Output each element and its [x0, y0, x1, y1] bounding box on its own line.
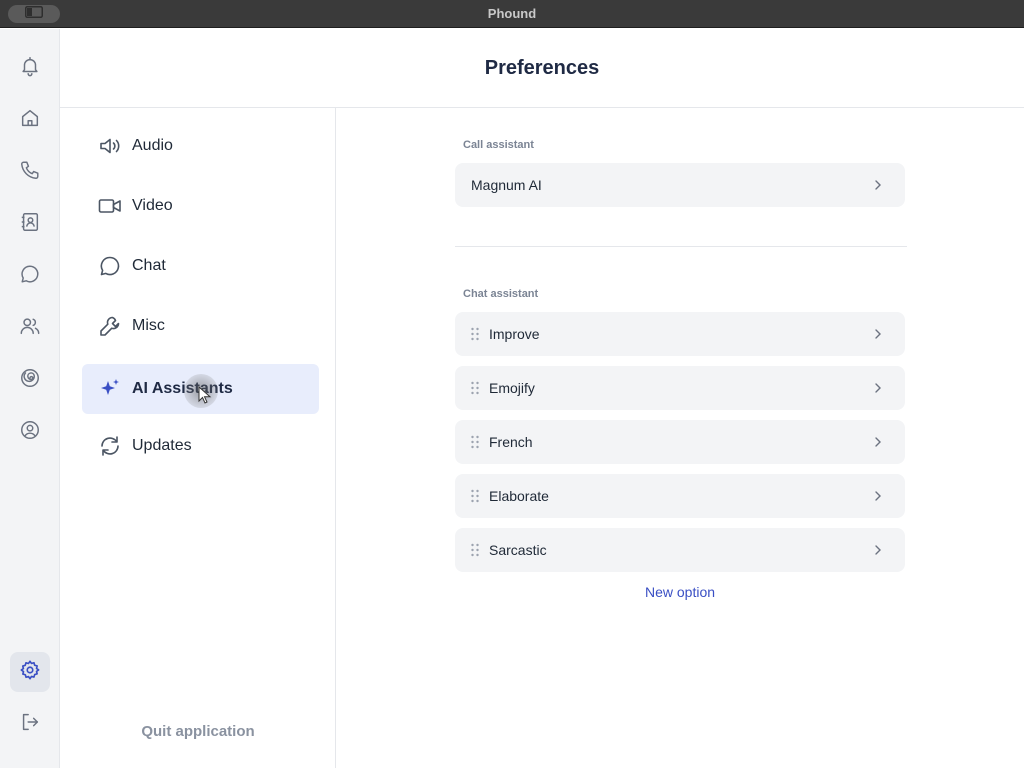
rail-calls[interactable] [10, 152, 50, 192]
call-assistant-row[interactable]: Magnum AI [455, 163, 905, 207]
chevron-right-icon [873, 488, 883, 504]
speaker-icon [98, 134, 122, 158]
rail-people[interactable] [10, 308, 50, 348]
nav-item-label: Audio [132, 137, 173, 154]
chat-bubble-icon [98, 254, 122, 278]
chat-assistant-heading: Chat assistant [463, 288, 539, 300]
window-title: Phound [487, 6, 537, 21]
nav-item-label: Updates [132, 437, 192, 454]
drag-handle-icon[interactable] [469, 326, 481, 342]
rail-notifications[interactable] [10, 48, 50, 88]
chat-bubble-icon [19, 263, 41, 290]
user-circle-icon [19, 419, 41, 446]
nav-item-ai-assistants[interactable]: AI Assistants [82, 364, 319, 414]
rail-home[interactable] [10, 100, 50, 140]
nav-item-video[interactable]: Video [82, 181, 319, 231]
rail-logout[interactable] [10, 704, 50, 744]
rail-profile[interactable] [10, 412, 50, 452]
chevron-right-icon [873, 380, 883, 396]
refresh-icon [98, 434, 122, 458]
drag-handle-icon[interactable] [469, 488, 481, 504]
home-icon [19, 107, 41, 134]
chevron-right-icon [873, 326, 883, 342]
chevron-right-icon [873, 542, 883, 558]
nav-item-label: Video [132, 197, 173, 214]
rail-spiral[interactable] [10, 360, 50, 400]
drag-handle-icon[interactable] [469, 542, 481, 558]
row-label: Magnum AI [471, 177, 542, 193]
rail-contacts[interactable] [10, 204, 50, 244]
nav-item-label: Misc [132, 317, 165, 334]
nav-item-misc[interactable]: Misc [82, 301, 319, 351]
people-icon [19, 315, 41, 342]
rail-messages[interactable] [10, 256, 50, 296]
app-rail [0, 29, 60, 768]
chat-assistant-row[interactable]: Improve [455, 312, 905, 356]
call-assistant-heading: Call assistant [463, 139, 534, 151]
rail-settings[interactable] [10, 652, 50, 692]
sidebar-toggle-button[interactable] [8, 5, 60, 23]
title-bar: Phound [0, 0, 1024, 28]
chevron-right-icon [873, 177, 883, 193]
page-header: Preferences [60, 29, 1024, 108]
chat-assistant-row[interactable]: French [455, 420, 905, 464]
spiral-icon [19, 367, 41, 394]
row-label: Emojify [489, 380, 535, 396]
phone-icon [19, 159, 41, 186]
sparkle-icon [98, 377, 122, 401]
chat-assistant-row[interactable]: Sarcastic [455, 528, 905, 572]
chevron-right-icon [873, 434, 883, 450]
page-title: Preferences [484, 56, 600, 79]
wrench-icon [98, 314, 122, 338]
nav-item-label: AI Assistants [132, 380, 233, 397]
drag-handle-icon[interactable] [469, 380, 481, 396]
ai-assistants-panel: Call assistant Magnum AI Chat assistant … [336, 108, 1024, 768]
chat-assistant-row[interactable]: Emojify [455, 366, 905, 410]
section-divider [455, 246, 907, 247]
new-option-link[interactable]: New option [455, 584, 905, 600]
nav-item-audio[interactable]: Audio [82, 121, 319, 171]
sidebar-icon [25, 5, 43, 23]
quit-application-button[interactable]: Quit application [60, 723, 336, 740]
row-label: Improve [489, 326, 540, 342]
logout-icon [19, 711, 41, 738]
nav-item-label: Chat [132, 257, 166, 274]
row-label: Elaborate [489, 488, 549, 504]
row-label: French [489, 434, 533, 450]
contacts-book-icon [19, 211, 41, 238]
row-label: Sarcastic [489, 542, 547, 558]
nav-item-updates[interactable]: Updates [82, 421, 319, 471]
chat-assistant-row[interactable]: Elaborate [455, 474, 905, 518]
bell-icon [19, 55, 41, 82]
video-camera-icon [98, 194, 122, 218]
preferences-nav: Audio Video Chat Misc AI Assistants Upda… [60, 108, 336, 768]
drag-handle-icon[interactable] [469, 434, 481, 450]
gear-icon [19, 659, 41, 686]
nav-item-chat[interactable]: Chat [82, 241, 319, 291]
